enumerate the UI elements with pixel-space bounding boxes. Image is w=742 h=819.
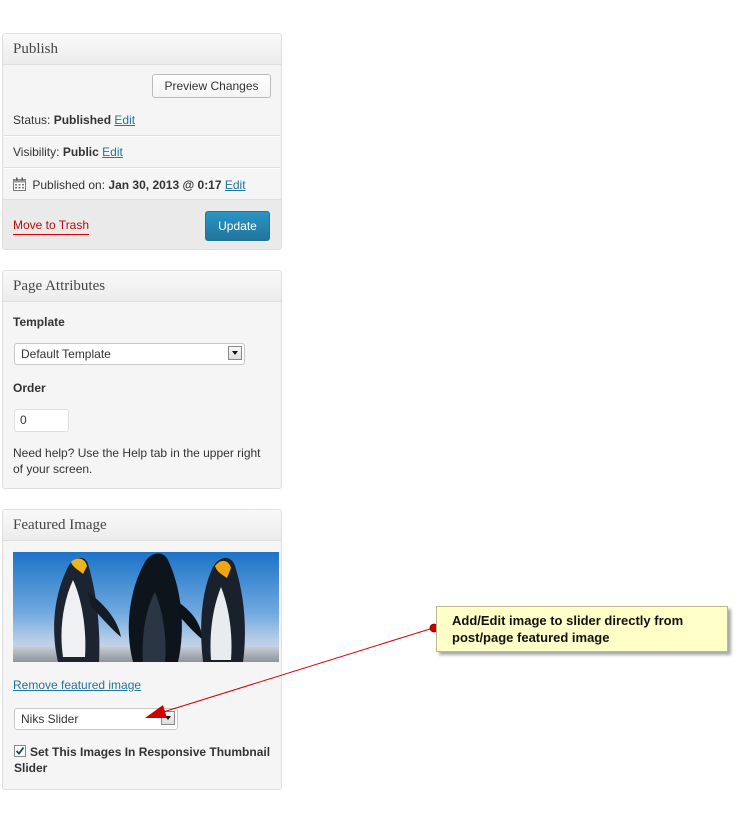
status-edit-link[interactable]: Edit — [114, 113, 135, 127]
divider — [4, 167, 280, 169]
preview-changes-button[interactable]: Preview Changes — [152, 74, 271, 98]
visibility-row: Visibility: Public Edit — [13, 145, 123, 159]
template-select[interactable]: Default Template — [14, 343, 245, 365]
visibility-edit-link[interactable]: Edit — [102, 145, 123, 159]
help-line: of your screen. — [13, 462, 93, 476]
publish-box: Publish Preview Changes Status: Publishe… — [2, 33, 282, 250]
thumbnail-slider-label: Set This Images In Responsive Thumbnail … — [14, 744, 274, 776]
status-label: Status: — [13, 113, 51, 127]
visibility-label: Visibility: — [13, 145, 60, 159]
published-on-row: Published on: Jan 30, 2013 @ 0:17 Edit — [13, 177, 246, 194]
penguins-image — [13, 552, 279, 662]
remove-featured-image-link[interactable]: Remove featured image — [13, 678, 141, 692]
status-value: Published — [53, 113, 112, 127]
update-button[interactable]: Update — [205, 211, 270, 241]
status-row: Status: Published Edit — [13, 113, 135, 127]
order-input[interactable]: 0 — [14, 409, 69, 432]
template-label: Template — [13, 315, 65, 329]
chevron-down-icon[interactable] — [161, 711, 175, 725]
help-text: Need help? Use the Help tab in the upper… — [13, 445, 261, 477]
publish-title: Publish — [3, 34, 281, 65]
featured-image-box: Featured Image Remove featured image Nik… — [2, 509, 282, 790]
page-attributes-box: Page Attributes Template Default Templat… — [2, 270, 282, 489]
visibility-value: Public — [62, 145, 99, 159]
published-on-value: Jan 30, 2013 @ 0:17 — [108, 178, 222, 192]
page-attributes-title: Page Attributes — [3, 271, 281, 302]
move-to-trash-link[interactable]: Move to Trash — [13, 218, 90, 235]
annotation-callout: Add/Edit image to slider directly from p… — [436, 606, 728, 652]
template-selected-value: Default Template — [21, 347, 111, 361]
slider-select[interactable]: Niks Slider — [14, 708, 178, 730]
featured-image[interactable] — [13, 552, 279, 662]
calendar-icon — [13, 177, 26, 194]
help-line: Need help? Use the Help tab in the upper… — [13, 446, 261, 460]
checkbox-label-line: Slider — [14, 761, 48, 775]
checkbox-label-line: Set This Images In Responsive Thumbnail — [30, 745, 271, 759]
publish-actions: Move to Trash Update — [3, 199, 281, 249]
order-label: Order — [13, 381, 46, 395]
chevron-down-icon[interactable] — [228, 346, 242, 360]
published-on-label: Published on: — [32, 178, 106, 192]
annotation-line: post/page featured image — [452, 630, 610, 645]
annotation-line: Add/Edit image to slider directly from — [452, 613, 684, 628]
divider — [4, 135, 280, 137]
featured-image-title: Featured Image — [3, 510, 281, 541]
published-on-edit-link[interactable]: Edit — [225, 178, 246, 192]
slider-selected-value: Niks Slider — [21, 712, 79, 726]
